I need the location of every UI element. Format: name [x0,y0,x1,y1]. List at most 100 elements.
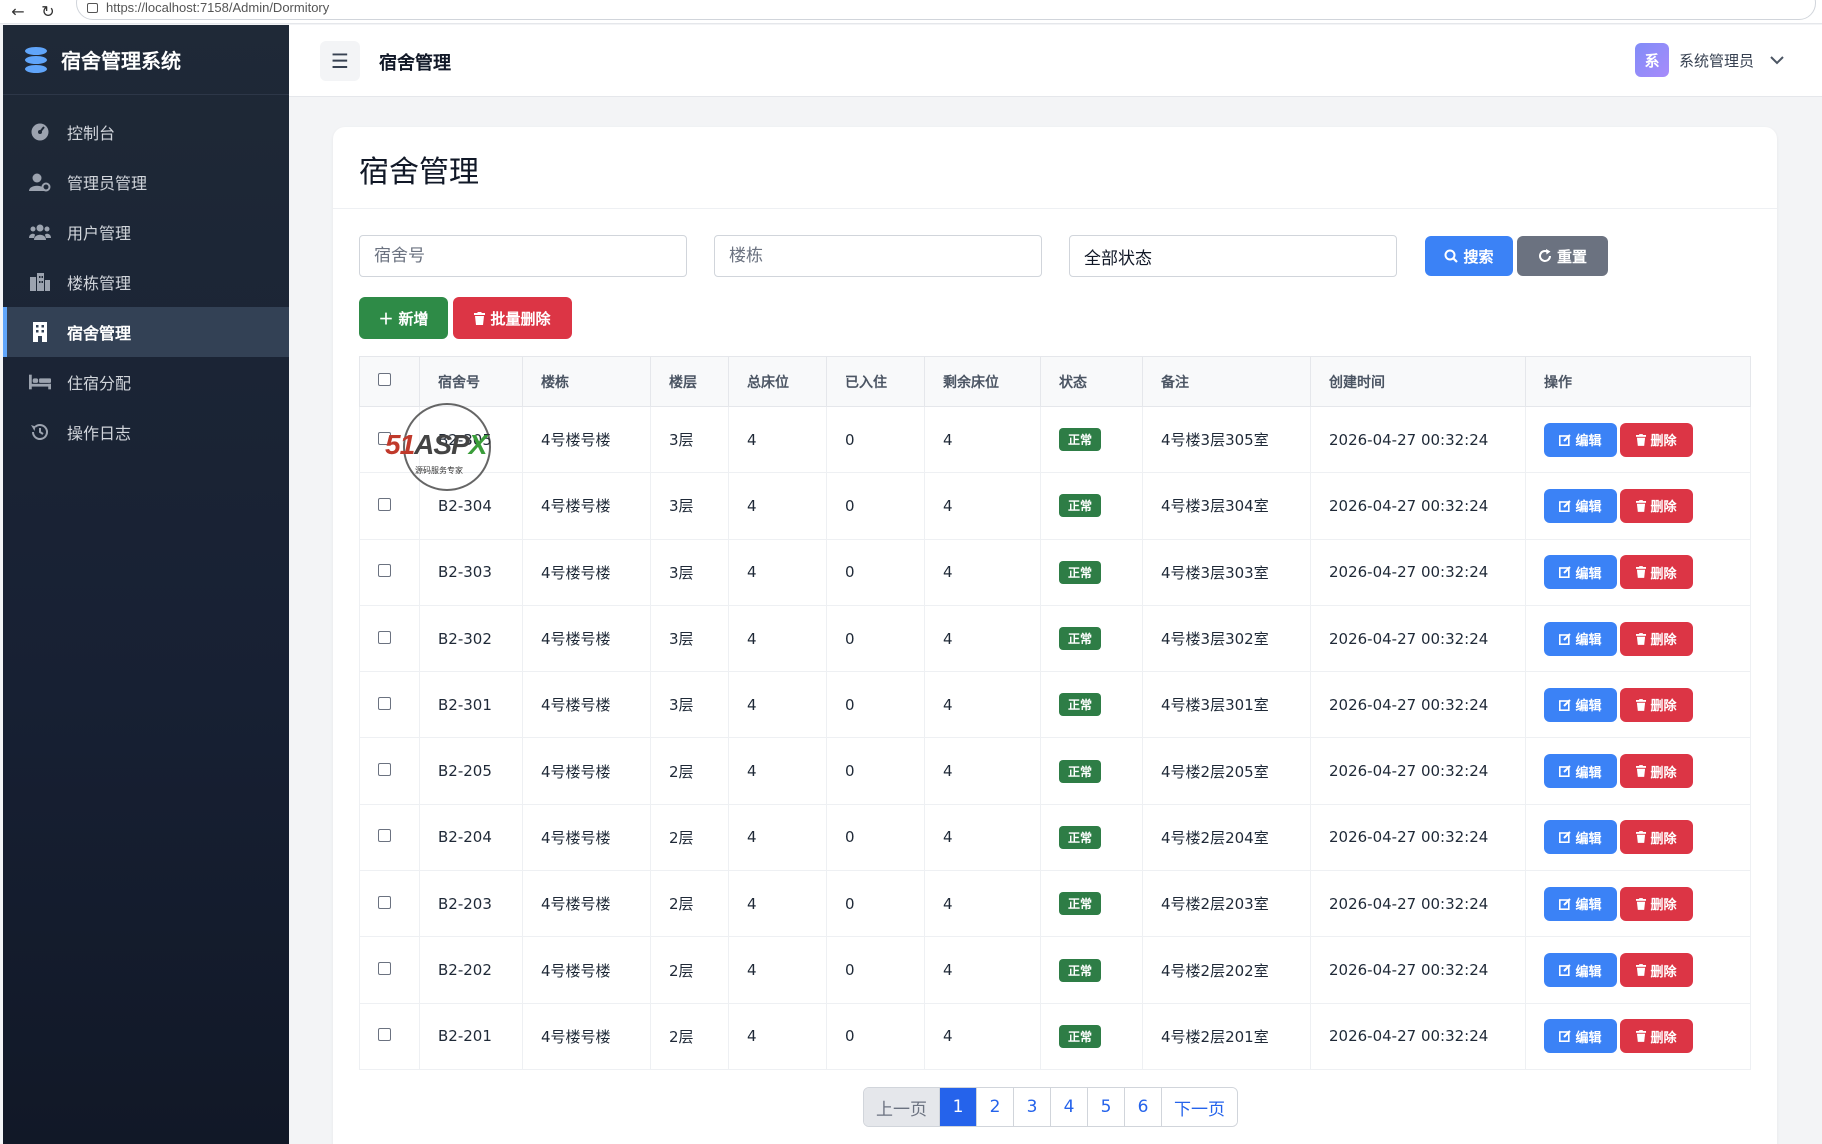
column-header[interactable]: 已入住 [826,356,925,407]
select-all-checkbox[interactable] [378,373,391,386]
edit-button[interactable]: 编辑 [1544,555,1617,590]
column-header[interactable]: 创建时间 [1310,356,1526,407]
building-input[interactable] [714,235,1042,277]
column-header[interactable]: 操作 [1525,356,1751,407]
edit-button[interactable]: 编辑 [1544,488,1617,523]
status-select[interactable]: 全部状态 [1069,235,1397,277]
brand[interactable]: 宿舍管理系统 [3,25,289,95]
delete-button[interactable]: 删除 [1620,488,1693,523]
menu-toggle-button[interactable]: ☰ [320,41,360,81]
column-header[interactable]: 宿舍号 [419,356,523,407]
cell-created: 2026-04-27 00:32:24 [1310,737,1526,805]
add-button[interactable]: ＋ 新增 [359,297,448,339]
table-row: B2-303 4号楼号楼 3层 4 0 4 正常 4号楼3层303室 2026-04-27 00… [359,539,1751,606]
delete-button[interactable]: 删除 [1620,687,1693,722]
reset-button[interactable]: 重置 [1517,236,1608,276]
delete-button[interactable]: 删除 [1620,555,1693,590]
back-arrow-icon[interactable]: ← [10,2,26,21]
sidebar-item-admins[interactable]: 管理员管理 [3,157,289,207]
edit-icon [1559,831,1572,844]
row-checkbox[interactable] [378,962,391,976]
edit-label: 编辑 [1575,964,1602,980]
site-info-icon[interactable] [87,3,98,13]
cell-created: 2026-04-27 00:32:24 [1310,1003,1526,1070]
user-menu[interactable]: 系 系统管理员 [1634,43,1784,77]
page-button-1[interactable]: 1 [940,1088,977,1126]
edit-button[interactable]: 编辑 [1544,687,1617,722]
delete-button[interactable]: 删除 [1620,953,1693,988]
sidebar-item-allocation[interactable]: 住宿分配 [3,357,289,407]
next-page-button[interactable]: 下一页 [1162,1088,1237,1126]
row-checkbox[interactable] [378,1028,391,1042]
delete-label: 删除 [1650,898,1677,914]
edit-button[interactable]: 编辑 [1544,1019,1617,1054]
cell-floor: 3层 [650,406,729,474]
row-checkbox[interactable] [378,630,391,644]
batch-delete-label: 批量删除 [490,309,551,328]
column-header[interactable]: 剩余床位 [924,356,1041,407]
cell-note: 4号楼3层304室 [1142,472,1311,540]
cell-note: 4号楼2层205室 [1142,737,1311,805]
prev-page-button[interactable]: 上一页 [864,1088,940,1126]
status-badge: 正常 [1059,958,1102,982]
edit-button[interactable]: 编辑 [1544,422,1617,457]
sidebar-item-dashboard[interactable]: 控制台 [3,107,289,157]
delete-button[interactable]: 删除 [1620,621,1693,656]
delete-button[interactable]: 删除 [1620,1019,1693,1054]
cell-floor: 2层 [650,1003,729,1070]
history-icon [29,422,51,442]
page-button-2[interactable]: 2 [977,1088,1014,1126]
page-button-5[interactable]: 5 [1088,1088,1125,1126]
column-header[interactable]: 状态 [1040,356,1143,407]
edit-button[interactable]: 编辑 [1544,886,1617,921]
sidebar-item-dormitories[interactable]: 宿舍管理 [3,307,289,357]
room-number-input[interactable] [359,235,687,277]
edit-button[interactable]: 编辑 [1544,621,1617,656]
bed-icon [29,372,51,392]
row-checkbox[interactable] [378,497,391,511]
table-actions: ＋ 新增 批量删除 [359,297,572,339]
edit-label: 编辑 [1575,566,1602,582]
edit-button[interactable]: 编辑 [1544,820,1617,855]
delete-button[interactable]: 删除 [1620,422,1693,457]
delete-label: 删除 [1650,633,1677,649]
row-checkbox[interactable] [378,829,391,843]
cell-remaining: 4 [924,1003,1041,1070]
delete-label: 删除 [1650,699,1677,715]
pagination: 上一页 1 2 3 4 5 6 下一页 [863,1087,1238,1127]
edit-button[interactable]: 编辑 [1544,754,1617,789]
column-header[interactable]: 总床位 [728,356,827,407]
edit-button[interactable]: 编辑 [1544,953,1617,988]
reload-icon[interactable]: ↻ [40,2,56,21]
cell-total-beds: 4 [728,1003,827,1070]
sidebar-item-buildings[interactable]: 楼栋管理 [3,257,289,307]
edit-label: 编辑 [1575,765,1602,781]
page-button-4[interactable]: 4 [1051,1088,1088,1126]
page-button-6[interactable]: 6 [1125,1088,1162,1126]
cell-occupied: 0 [826,472,925,540]
row-checkbox[interactable] [378,895,391,909]
row-checkbox[interactable] [378,431,391,445]
row-checkbox[interactable] [378,696,391,710]
column-header[interactable]: 楼栋 [522,356,651,407]
users-icon [29,222,51,242]
page-button-3[interactable]: 3 [1014,1088,1051,1126]
column-header[interactable]: 楼层 [650,356,729,407]
sidebar-item-logs[interactable]: 操作日志 [3,407,289,457]
row-checkbox[interactable] [378,564,391,578]
delete-button[interactable]: 删除 [1620,886,1693,921]
row-checkbox[interactable] [378,763,391,777]
cell-created: 2026-04-27 00:32:24 [1310,804,1526,872]
delete-button[interactable]: 删除 [1620,820,1693,855]
cell-building: 4号楼号楼 [522,406,651,474]
cell-building: 4号楼号楼 [522,1003,651,1070]
sidebar-item-users[interactable]: 用户管理 [3,207,289,257]
address-bar[interactable]: https://localhost:7158/Admin/Dormitory [76,0,1816,20]
status-badge: 正常 [1059,693,1102,717]
batch-delete-button[interactable]: 批量删除 [453,297,572,339]
column-header[interactable]: 备注 [1142,356,1311,407]
search-button[interactable]: 搜索 [1425,236,1513,276]
delete-button[interactable]: 删除 [1620,754,1693,789]
delete-label: 删除 [1650,964,1677,980]
table-row: B2-301 4号楼号楼 3层 4 0 4 正常 4号楼3层301室 2026-04-27 00… [359,671,1751,739]
